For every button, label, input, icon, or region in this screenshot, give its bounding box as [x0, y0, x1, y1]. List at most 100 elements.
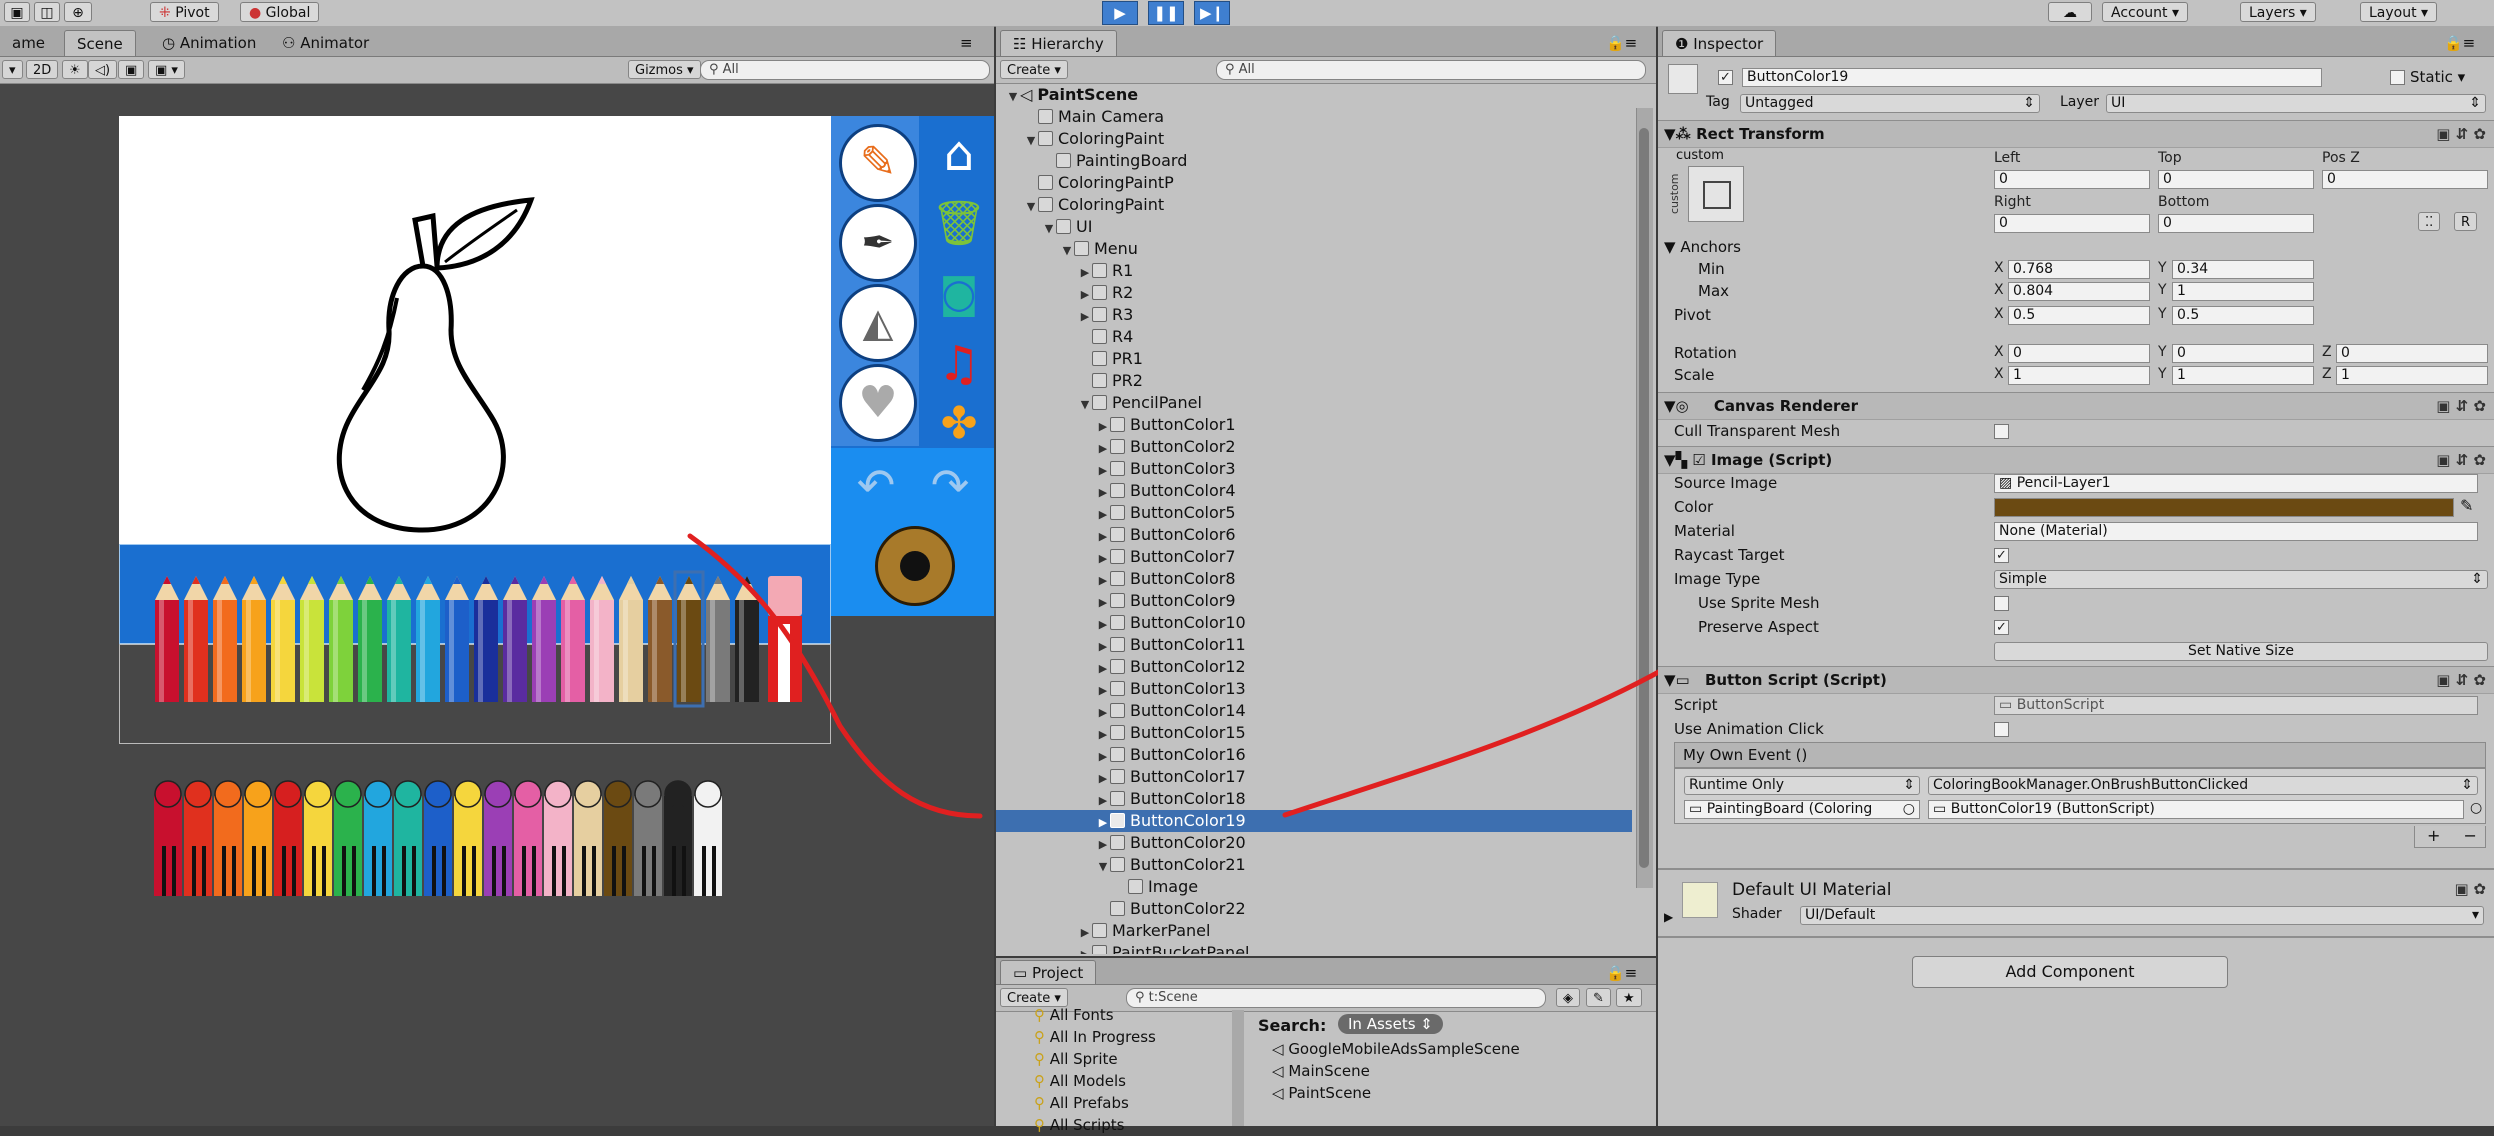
- hierarchy-item[interactable]: ▶ ButtonColor20: [996, 832, 1632, 854]
- hand-tool-icon[interactable]: ▣: [4, 2, 30, 22]
- set-native-size-button[interactable]: Set Native Size: [1994, 642, 2488, 661]
- button-script-header[interactable]: ▼▭ Button Script (Script) ▣ ⇵ ✿: [1658, 666, 2494, 694]
- bottom-field[interactable]: 0: [2158, 214, 2314, 233]
- color-swatch[interactable]: [1994, 498, 2454, 517]
- hierarchy-item[interactable]: ▶ MarkerPanel: [996, 920, 1632, 942]
- hierarchy-item[interactable]: PaintingBoard: [996, 150, 1632, 172]
- favorite-item[interactable]: ⚲ All Prefabs: [996, 1092, 1232, 1114]
- preserve-aspect-checkbox[interactable]: ✓: [1994, 620, 2009, 635]
- transform-tool-icon[interactable]: ⊕: [64, 2, 92, 22]
- sprite-mesh-checkbox[interactable]: [1994, 596, 2009, 611]
- hierarchy-search-input[interactable]: ⚲ All: [1216, 60, 1646, 80]
- blueprint-mode-icon[interactable]: ⁚⁚: [2418, 212, 2441, 231]
- argument-picker-icon[interactable]: ○: [2470, 800, 2482, 816]
- anchor-min-x-field[interactable]: 0.768: [2008, 260, 2150, 279]
- foldout-arrow-icon[interactable]: ▶: [1096, 460, 1110, 482]
- hierarchy-create-dropdown[interactable]: Create ▾: [1000, 60, 1068, 79]
- foldout-arrow-icon[interactable]: ▼: [1060, 240, 1074, 262]
- filter-label-icon[interactable]: ✎: [1586, 988, 1611, 1007]
- tab-inspector[interactable]: ❶ Inspector: [1662, 30, 1777, 56]
- rotation-z-field[interactable]: 0: [2336, 344, 2488, 363]
- hierarchy-item[interactable]: Main Camera: [996, 106, 1632, 128]
- foldout-arrow-icon[interactable]: ▼: [1024, 196, 1038, 218]
- material-foldout-icon[interactable]: ▶: [1664, 910, 1673, 924]
- lock-icon[interactable]: 🔒≡: [1606, 30, 1637, 56]
- component-settings-icon[interactable]: ▣ ⇵ ✿: [2436, 393, 2486, 419]
- hierarchy-item[interactable]: R4: [996, 326, 1632, 348]
- source-image-field[interactable]: ▨ Pencil-Layer1: [1994, 474, 2478, 493]
- hierarchy-item[interactable]: PR1: [996, 348, 1632, 370]
- scope-toggle[interactable]: In Assets ⇕: [1338, 1014, 1443, 1034]
- play-button[interactable]: ▶: [1102, 1, 1138, 25]
- left-field[interactable]: 0: [1994, 170, 2150, 189]
- add-component-button[interactable]: Add Component: [1912, 956, 2228, 988]
- hierarchy-item[interactable]: ButtonColor22: [996, 898, 1632, 920]
- hierarchy-item[interactable]: ▶ ButtonColor3: [996, 458, 1632, 480]
- favorite-item[interactable]: ⚲ All Sprite: [996, 1048, 1232, 1070]
- hierarchy-item[interactable]: ▶ ButtonColor2: [996, 436, 1632, 458]
- scale-x-field[interactable]: 1: [2008, 366, 2150, 385]
- foldout-arrow-icon[interactable]: ▶: [1078, 944, 1092, 954]
- scale-z-field[interactable]: 1: [2336, 366, 2488, 385]
- anchor-max-y-field[interactable]: 1: [2172, 282, 2314, 301]
- rotation-x-field[interactable]: 0: [2008, 344, 2150, 363]
- result-item[interactable]: ◁ PaintScene: [1272, 1082, 1652, 1104]
- material-field[interactable]: None (Material): [1994, 522, 2478, 541]
- hierarchy-item[interactable]: PR2: [996, 370, 1632, 392]
- layout-dropdown[interactable]: Layout ▾: [2360, 2, 2438, 22]
- component-settings-icon[interactable]: ▣ ⇵ ✿: [2436, 121, 2486, 147]
- hierarchy-item[interactable]: ▼ ButtonColor21: [996, 854, 1632, 876]
- hierarchy-item[interactable]: ▼ UI: [996, 216, 1632, 238]
- favorites-scrollbar[interactable]: [1232, 1010, 1244, 1126]
- object-name-field[interactable]: ButtonColor19: [1742, 68, 2322, 87]
- component-settings-icon[interactable]: ▣ ⇵ ✿: [2436, 667, 2486, 693]
- rect-transform-header[interactable]: ▼⁂ Rect Transform ▣ ⇵ ✿: [1658, 120, 2494, 148]
- scale-y-field[interactable]: 1: [2172, 366, 2314, 385]
- foldout-arrow-icon[interactable]: ▼: [1096, 856, 1110, 878]
- hierarchy-item[interactable]: ▼ Menu: [996, 238, 1632, 260]
- step-button[interactable]: ▶❙: [1194, 1, 1230, 25]
- raw-edit-button[interactable]: R: [2454, 212, 2478, 231]
- static-checkbox[interactable]: [2390, 70, 2405, 85]
- shader-dropdown[interactable]: UI/Default ▾: [1800, 906, 2484, 925]
- remove-event-button[interactable]: −: [2464, 826, 2477, 845]
- hierarchy-item[interactable]: Image: [996, 876, 1632, 898]
- tab-project[interactable]: ▭ Project: [1000, 960, 1097, 984]
- favorite-item[interactable]: ⚲ All Scripts: [996, 1114, 1232, 1136]
- rect-tool-icon[interactable]: ◫: [34, 2, 60, 22]
- runtime-dropdown[interactable]: Runtime Only ⇕: [1684, 776, 1920, 795]
- add-event-button[interactable]: +: [2427, 826, 2440, 845]
- foldout-arrow-icon[interactable]: ▶: [1078, 922, 1092, 944]
- favorite-item[interactable]: ⚲ All In Progress: [996, 1026, 1232, 1048]
- hierarchy-item[interactable]: ▶ R3: [996, 304, 1632, 326]
- foldout-arrow-icon[interactable]: ▼: [1078, 394, 1092, 416]
- anchor-min-y-field[interactable]: 0.34: [2172, 260, 2314, 279]
- hierarchy-item[interactable]: ▼ PencilPanel: [996, 392, 1632, 414]
- favorite-item[interactable]: ⚲ All Fonts: [996, 1004, 1232, 1026]
- global-toggle[interactable]: ● Global: [240, 2, 320, 22]
- hierarchy-item[interactable]: ColoringPaintP: [996, 172, 1632, 194]
- pause-button[interactable]: ❚❚: [1148, 1, 1184, 25]
- pivot-x-field[interactable]: 0.5: [2008, 306, 2150, 325]
- anchor-max-x-field[interactable]: 0.804: [2008, 282, 2150, 301]
- favorite-item[interactable]: ⚲ All Models: [996, 1070, 1232, 1092]
- hierarchy-item[interactable]: ▼ ◁ PaintScene: [996, 84, 1632, 106]
- hierarchy-item[interactable]: ▶ R2: [996, 282, 1632, 304]
- posz-field[interactable]: 0: [2322, 170, 2488, 189]
- canvas-renderer-header[interactable]: ▼◎ Canvas Renderer ▣ ⇵ ✿: [1658, 392, 2494, 420]
- image-script-header[interactable]: ▼▚ ☑ Image (Script) ▣ ⇵ ✿: [1658, 446, 2494, 474]
- eyedropper-icon[interactable]: ✎: [2460, 496, 2473, 515]
- foldout-arrow-icon[interactable]: ▼: [1042, 218, 1056, 240]
- right-field[interactable]: 0: [1994, 214, 2150, 233]
- component-settings-icon[interactable]: ▣ ⇵ ✿: [2436, 447, 2486, 473]
- event-target-field[interactable]: ▭ PaintingBoard (Coloring ○: [1684, 800, 1920, 819]
- hierarchy-item[interactable]: ▶PaintBucketPanel: [996, 942, 1632, 954]
- anchor-presets-button[interactable]: [1688, 166, 1744, 222]
- material-settings-icon[interactable]: ▣ ✿: [2454, 880, 2486, 898]
- image-type-dropdown[interactable]: Simple ⇕: [1994, 570, 2488, 589]
- pivot-y-field[interactable]: 0.5: [2172, 306, 2314, 325]
- foldout-arrow-icon[interactable]: ▼: [1006, 86, 1020, 108]
- foldout-arrow-icon[interactable]: ▶: [1096, 438, 1110, 460]
- top-field[interactable]: 0: [2158, 170, 2314, 189]
- foldout-arrow-icon[interactable]: ▶: [1078, 262, 1092, 284]
